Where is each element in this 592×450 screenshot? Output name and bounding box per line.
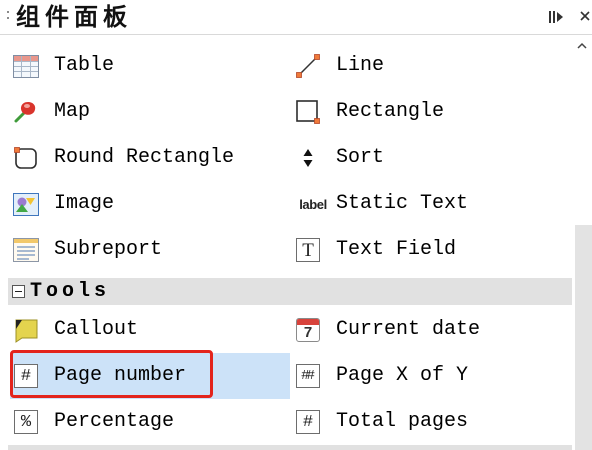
palette-item-page-number[interactable]: # Page number <box>10 350 290 399</box>
palette-item-rectangle[interactable]: Rectangle <box>290 89 572 135</box>
palette-item-percentage[interactable]: % Percentage <box>10 399 290 445</box>
scroll-up-arrow-icon[interactable] <box>577 41 587 51</box>
image-icon <box>12 190 40 218</box>
palette-item-total-pages[interactable]: # Total pages <box>290 399 572 445</box>
sort-arrows-icon <box>294 144 322 172</box>
item-label: Page X of Y <box>336 364 469 387</box>
item-label: Current date <box>336 318 481 341</box>
static-text-icon-glyph: label <box>299 196 327 212</box>
palette-content: Table Line Map Rectangle Round Rectangle… <box>0 35 572 450</box>
tools-collapse-toggle[interactable] <box>12 285 25 298</box>
item-label: Table <box>54 54 115 77</box>
item-label: Subreport <box>54 238 163 261</box>
tools-section-label: Tools <box>30 280 111 303</box>
tools-section-header[interactable]: Tools <box>8 278 572 305</box>
palette-item-line[interactable]: Line <box>290 43 572 89</box>
panel-title: 组件面板 <box>16 3 132 31</box>
vertical-scrollbar[interactable] <box>572 35 592 450</box>
calendar-icon-body: 7 <box>296 318 320 342</box>
item-label: Image <box>54 192 115 215</box>
item-label: Page number <box>54 364 187 387</box>
percentage-icon: % <box>12 408 40 436</box>
text-field-icon: T <box>294 236 322 264</box>
palette-item-round-rectangle[interactable]: Round Rectangle <box>10 135 290 181</box>
total-pages-icon: # <box>294 408 322 436</box>
page-number-icon: # <box>12 362 40 390</box>
item-label: Line <box>336 54 385 77</box>
total-pages-icon-glyph: # <box>296 410 320 434</box>
subreport-icon <box>12 236 40 264</box>
palette-item-image[interactable]: Image <box>10 181 290 227</box>
next-section-header[interactable] <box>8 445 572 450</box>
item-label: Percentage <box>54 410 175 433</box>
item-label: Map <box>54 100 91 123</box>
panel-header: 组件面板 <box>0 0 592 35</box>
calendar-icon-glyph: 7 <box>303 324 313 341</box>
rectangle-icon <box>294 98 322 126</box>
item-label: Static Text <box>336 192 469 215</box>
elements-grid: Table Line Map Rectangle Round Rectangle… <box>10 43 572 273</box>
page-number-icon-glyph: # <box>14 364 38 388</box>
minimize-panel-icon[interactable] <box>549 11 563 23</box>
item-label: Text Field <box>336 238 457 261</box>
callout-note-icon <box>12 316 40 344</box>
item-label: Round Rectangle <box>54 146 235 169</box>
palette-item-map[interactable]: Map <box>10 89 290 135</box>
palette-item-static-text[interactable]: label Static Text <box>290 181 572 227</box>
palette-item-page-x-of-y[interactable]: ## Page X of Y <box>290 353 572 399</box>
page-x-of-y-icon-glyph: ## <box>296 364 320 388</box>
tools-grid: Callout 7 Current date # Page number ## … <box>10 307 572 445</box>
palette-item-table[interactable]: Table <box>10 43 290 89</box>
close-icon[interactable] <box>580 11 590 21</box>
item-label: Rectangle <box>336 100 445 123</box>
table-icon <box>12 52 40 80</box>
item-label: Sort <box>336 146 385 169</box>
palette-item-text-field[interactable]: T Text Field <box>290 227 572 273</box>
page-x-of-y-icon: ## <box>294 362 322 390</box>
item-label: Total pages <box>336 410 469 433</box>
calendar-icon: 7 <box>294 316 322 344</box>
scroll-thumb[interactable] <box>575 225 592 450</box>
percentage-icon-glyph: % <box>14 410 38 434</box>
round-rectangle-icon <box>12 144 40 172</box>
static-text-label-icon: label <box>294 190 332 218</box>
palette-item-subreport[interactable]: Subreport <box>10 227 290 273</box>
text-field-icon-glyph: T <box>296 238 320 262</box>
palette-item-callout[interactable]: Callout <box>10 307 290 353</box>
palette-item-current-date[interactable]: 7 Current date <box>290 307 572 353</box>
drag-handle[interactable] <box>7 11 10 25</box>
map-pin-icon <box>12 98 40 126</box>
item-label: Callout <box>54 318 139 341</box>
line-icon <box>294 52 322 80</box>
palette-item-sort[interactable]: Sort <box>290 135 572 181</box>
